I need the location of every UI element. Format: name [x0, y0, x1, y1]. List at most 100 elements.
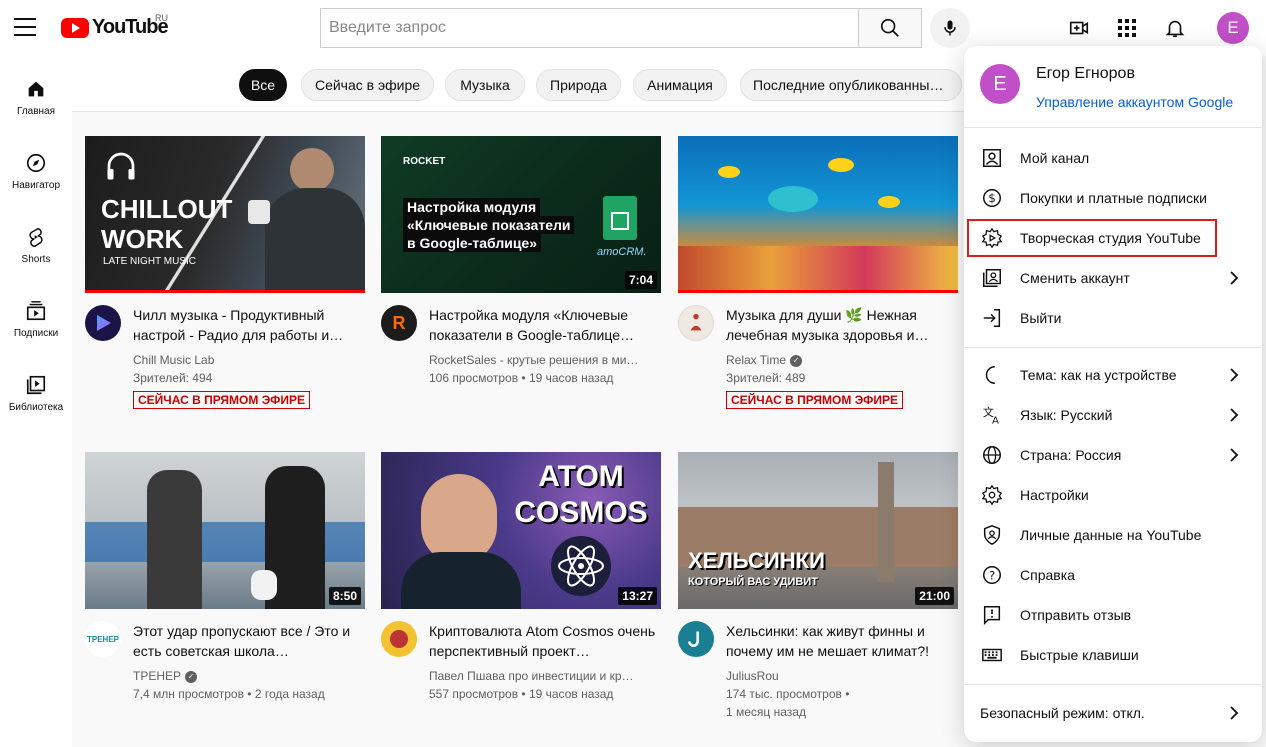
search-button[interactable]	[858, 8, 922, 48]
video-stats: 557 просмотров • 19 часов назад	[429, 687, 614, 701]
highlight-box	[967, 219, 1217, 257]
video-title[interactable]: Хельсинки: как живут финны и почему им н…	[726, 621, 958, 661]
menu-item-label: Быстрые клавиши	[1020, 647, 1139, 663]
sidebar-item-label: Навигатор	[11, 180, 61, 191]
video-title[interactable]: Этот удар пропускают все / Это и есть со…	[133, 621, 365, 661]
menu-item-settings[interactable]: Настройки	[964, 475, 1262, 515]
menu-item-purchases[interactable]: $ Покупки и платные подписки	[964, 178, 1262, 218]
channel-avatar[interactable]	[678, 305, 714, 341]
video-card[interactable]: CHILLOUT WORK LATE NIGHT MUSIC Чилл музы…	[85, 136, 365, 409]
chip-all[interactable]: Все	[239, 69, 287, 101]
shorts-icon	[29, 227, 43, 247]
video-card[interactable]: ROCKET Настройка модуля «Ключевые показа…	[381, 136, 661, 387]
sign-out-icon	[983, 309, 1001, 327]
channel-avatar[interactable]	[381, 621, 417, 657]
logo-region: RU	[155, 13, 168, 23]
create-video-button[interactable]	[1067, 16, 1091, 40]
thumb-reef	[678, 246, 958, 290]
notifications-button[interactable]	[1163, 16, 1187, 40]
video-card[interactable]: Музыка для души 🌿 Нежная лечебная музыка…	[678, 136, 958, 409]
channel-name[interactable]: Chill Music Lab	[133, 351, 365, 369]
channel-avatar[interactable]	[85, 305, 121, 341]
headphones-icon	[107, 152, 135, 180]
video-thumbnail[interactable]	[678, 136, 958, 293]
subscriptions-icon	[26, 301, 46, 321]
channel-name-text: ТРЕНЕР	[133, 669, 182, 683]
video-title[interactable]: Музыка для души 🌿 Нежная лечебная музыка…	[726, 305, 958, 345]
sidebar-item-label: Подписки	[13, 328, 59, 339]
thumb-person-head	[290, 148, 334, 192]
channel-avatar[interactable]: ТРЕНЕР	[85, 621, 121, 657]
thumb-subtitle: LATE NIGHT MUSIC	[103, 256, 196, 267]
apps-grid-icon	[1118, 19, 1136, 37]
thumb-fish	[768, 186, 818, 212]
menu-item-help[interactable]: ? Справка	[964, 555, 1262, 595]
chip-recently-uploaded[interactable]: Последние опубликованны…	[740, 69, 962, 101]
menu-item-switch-account[interactable]: Сменить аккаунт	[964, 258, 1262, 298]
menu-item-safe-mode[interactable]: Безопасный режим: откл.	[964, 693, 1262, 733]
channel-name[interactable]: Relax Time ✓	[726, 351, 958, 369]
channel-avatar[interactable]: R	[381, 305, 417, 341]
menu-item-my-channel[interactable]: Мой канал	[964, 138, 1262, 178]
video-thumbnail[interactable]: 8:50	[85, 452, 365, 609]
menu-item-your-data[interactable]: Личные данные на YouTube	[964, 515, 1262, 555]
thumb-title-line2: COSMOS	[514, 496, 648, 529]
video-thumbnail[interactable]: ATOM COSMOS 13:27	[381, 452, 661, 609]
video-duration: 21:00	[915, 587, 954, 605]
thumb-title-line3: в Google-таблице»	[403, 234, 541, 252]
search-input[interactable]: Введите запрос	[320, 8, 859, 48]
video-title[interactable]: Криптовалюта Atom Cosmos очень перспекти…	[429, 621, 661, 661]
youtube-logo[interactable]: YouTube	[61, 16, 169, 39]
menu-icon[interactable]	[14, 18, 36, 36]
sidebar-item-library[interactable]: Библиотека	[0, 352, 72, 426]
menu-divider	[964, 684, 1262, 685]
sidebar-item-label: Главная	[16, 106, 56, 117]
sidebar-item-home[interactable]: Главная	[0, 56, 72, 130]
menu-item-keyboard-shortcuts[interactable]: Быстрые клавиши	[964, 635, 1262, 675]
account-avatar-button[interactable]: E	[1217, 12, 1249, 44]
chip-nature[interactable]: Природа	[536, 69, 621, 101]
video-duration: 8:50	[328, 587, 361, 605]
chip-animation[interactable]: Анимация	[633, 69, 727, 101]
channel-name[interactable]: JuliusRou	[726, 667, 958, 685]
sidebar-item-shorts[interactable]: Shorts	[0, 204, 72, 278]
video-title[interactable]: Настройка модуля «Ключевые показатели в …	[429, 305, 661, 345]
menu-item-sign-out[interactable]: Выйти	[964, 298, 1262, 338]
channel-name[interactable]: Павел Пшава про инвестиции и кр…	[429, 667, 661, 685]
video-card[interactable]: ХЕЛЬСИНКИ КОТОРЫЙ ВАС УДИВИТ 21:00 Хельс…	[678, 452, 958, 721]
video-thumbnail[interactable]: CHILLOUT WORK LATE NIGHT MUSIC	[85, 136, 365, 293]
menu-item-theme[interactable]: Тема: как на устройстве	[964, 355, 1262, 395]
channel-avatar[interactable]	[678, 621, 714, 657]
thumb-glove	[251, 570, 277, 600]
channel-name[interactable]: RocketSales - крутые решения в ми…	[429, 351, 661, 369]
video-card[interactable]: 8:50 ТРЕНЕР Этот удар пропускают все / Э…	[85, 452, 365, 703]
video-stats: 7,4 млн просмотров • 2 года назад	[133, 687, 325, 701]
channel-name[interactable]: ТРЕНЕР ✓	[133, 667, 365, 685]
sidebar-item-subscriptions[interactable]: Подписки	[0, 278, 72, 352]
menu-item-label: Безопасный режим: откл.	[980, 705, 1145, 721]
menu-item-label: Справка	[1020, 567, 1075, 583]
thumb-title-line1: ATOM	[538, 460, 624, 493]
chip-live[interactable]: Сейчас в эфире	[301, 69, 434, 101]
video-thumbnail[interactable]: ROCKET Настройка модуля «Ключевые показа…	[381, 136, 661, 293]
thumb-brand: ROCKET	[403, 156, 446, 167]
sidebar-item-label: Библиотека	[8, 402, 64, 413]
menu-item-country[interactable]: Страна: Россия	[964, 435, 1262, 475]
sidebar-item-label: Shorts	[21, 254, 51, 265]
sidebar-item-explore[interactable]: Навигатор	[0, 130, 72, 204]
apps-button[interactable]	[1115, 16, 1139, 40]
voice-search-button[interactable]	[930, 8, 970, 48]
create-video-icon	[1069, 21, 1089, 35]
thumb-person-body	[265, 188, 365, 290]
chip-music[interactable]: Музыка	[445, 69, 525, 101]
chevron-right-icon	[1230, 408, 1239, 422]
video-card[interactable]: ATOM COSMOS 13:27 Криптовалюта Atom Cosm…	[381, 452, 661, 703]
manage-account-link[interactable]: Управление аккаунтом Google	[1036, 94, 1233, 110]
menu-item-language[interactable]: 文A Язык: Русский	[964, 395, 1262, 435]
thumb-title-line2: «Ключевые показатели	[403, 216, 575, 234]
menu-item-feedback[interactable]: Отправить отзыв	[964, 595, 1262, 635]
thumb-cup	[248, 200, 270, 224]
video-title[interactable]: Чилл музыка - Продуктивный настрой - Рад…	[133, 305, 365, 345]
video-thumbnail[interactable]: ХЕЛЬСИНКИ КОТОРЫЙ ВАС УДИВИТ 21:00	[678, 452, 958, 609]
thumb-title-line2: КОТОРЫЙ ВАС УДИВИТ	[688, 576, 819, 588]
